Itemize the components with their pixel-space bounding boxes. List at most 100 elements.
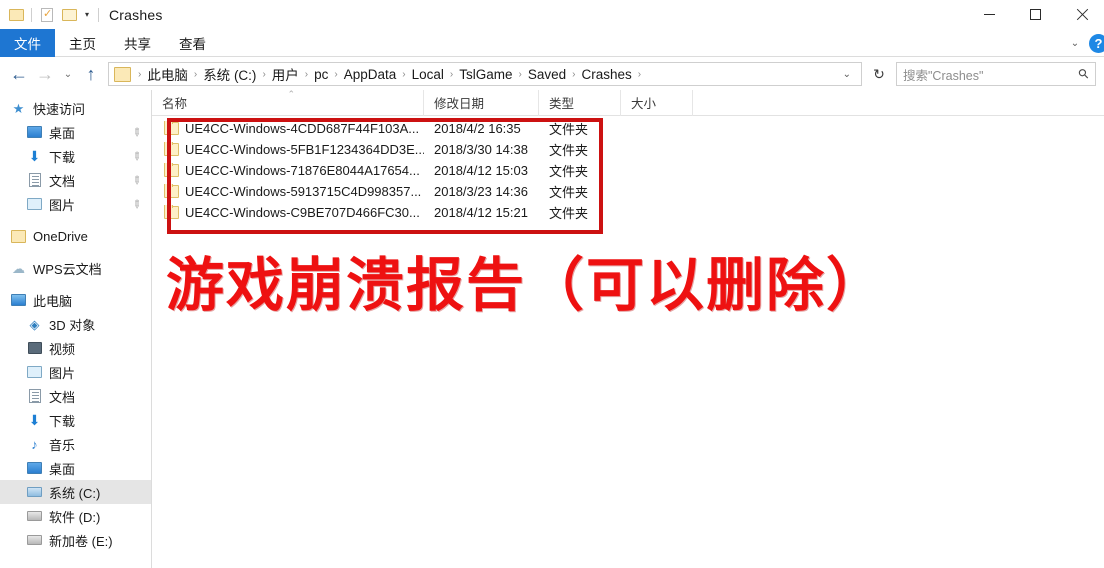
crumb-separator: › [637, 68, 642, 80]
minimize-button[interactable] [966, 0, 1012, 29]
address-path-field[interactable]: › 此电脑 › 系统 (C:) › 用户 › pc › AppData › Lo… [108, 62, 862, 86]
back-button[interactable]: ← [6, 61, 32, 87]
star-icon: ★ [12, 100, 25, 116]
sidebar-item-desktop-qa[interactable]: 桌面 ✎ [0, 120, 151, 144]
column-label: 名称 [162, 97, 188, 111]
maximize-button[interactable] [1012, 0, 1058, 29]
sidebar-item-downloads-qa[interactable]: ⬇ 下载 ✎ [0, 144, 151, 168]
close-button[interactable] [1058, 0, 1104, 29]
sidebar-item-onedrive[interactable]: OneDrive [0, 224, 151, 248]
table-row[interactable]: UE4CC-Windows-C9BE707D466FC30... 2018/4/… [152, 202, 1104, 223]
breadcrumb-this-pc[interactable]: 此电脑 [143, 64, 192, 84]
this-pc-icon [10, 292, 27, 308]
pin-icon: ✎ [128, 149, 144, 165]
sidebar-item-label: 图片 [49, 365, 76, 381]
quick-access-folder-icon[interactable] [5, 4, 27, 26]
file-name-label: UE4CC-Windows-C9BE707D466FC30... [185, 205, 420, 220]
sidebar-item-downloads[interactable]: ⬇ 下载 [0, 408, 151, 432]
sidebar-item-label: 视频 [49, 341, 76, 357]
crumb-separator: › [402, 68, 406, 80]
help-icon[interactable]: ? [1089, 33, 1104, 53]
sidebar-item-new-volume-e[interactable]: 新加卷 (E:) [0, 528, 151, 552]
sidebar-item-documents-qa[interactable]: 文档 ✎ [0, 168, 151, 192]
search-input[interactable]: 搜索"Crashes" [903, 65, 1079, 84]
sidebar-item-pictures[interactable]: 图片 [0, 360, 151, 384]
sidebar-item-documents[interactable]: 文档 [0, 384, 151, 408]
sidebar-item-label: OneDrive [33, 228, 88, 244]
refresh-button[interactable]: ↻ [868, 62, 890, 86]
address-dropdown-icon[interactable]: ⌄ [835, 69, 859, 80]
tab-file[interactable]: 文件 [0, 29, 55, 57]
customize-qat-caret-icon[interactable]: ▾ [80, 5, 94, 25]
quick-access-properties-icon[interactable] [36, 4, 58, 26]
sidebar-item-label: 快速访问 [33, 101, 86, 117]
explorer-body: ★ 快速访问 桌面 ✎ ⬇ 下载 ✎ 文档 ✎ 图片 ✎ OneDrive ☁ … [0, 88, 1104, 568]
file-date-cell: 2018/3/30 14:38 [434, 142, 528, 157]
sidebar-item-label: 桌面 [49, 125, 76, 141]
sidebar-item-label: 下载 [49, 413, 76, 429]
breadcrumb-appdata[interactable]: AppData [340, 67, 401, 82]
pin-icon: ✎ [128, 197, 144, 213]
documents-icon [26, 172, 43, 188]
tab-share[interactable]: 共享 [110, 29, 165, 57]
sidebar-item-system-c[interactable]: 系统 (C:) [0, 480, 151, 504]
sidebar-item-pictures-qa[interactable]: 图片 ✎ [0, 192, 151, 216]
table-row[interactable]: UE4CC-Windows-5913715C4D998357... 2018/3… [152, 181, 1104, 202]
sidebar-gap-1 [0, 216, 151, 224]
3d-objects-icon: ◈ [29, 316, 40, 332]
folder-icon [164, 184, 179, 198]
breadcrumb-pc[interactable]: pc [310, 67, 332, 82]
quick-access-toolbar: ▾ Crashes [0, 0, 163, 29]
breadcrumb-users[interactable]: 用户 [268, 64, 303, 84]
sidebar-item-videos[interactable]: 视频 [0, 336, 151, 360]
sidebar-item-wps-cloud[interactable]: ☁ WPS云文档 [0, 256, 151, 280]
column-header-name[interactable]: ⌃ 名称 [152, 88, 424, 116]
table-row[interactable]: UE4CC-Windows-71876E8044A17654... 2018/4… [152, 160, 1104, 181]
sidebar-item-3d-objects[interactable]: ◈ 3D 对象 [0, 312, 151, 336]
forward-button[interactable]: → [32, 61, 58, 87]
up-button[interactable]: ↑ [78, 61, 104, 87]
table-row[interactable]: UE4CC-Windows-5FB1F1234364DD3E... 2018/3… [152, 139, 1104, 160]
column-label: 大小 [631, 97, 657, 111]
column-label: 修改日期 [434, 97, 485, 111]
file-name-cell: UE4CC-Windows-4CDD687F44F103A... [152, 121, 424, 136]
breadcrumb-local[interactable]: Local [408, 67, 448, 82]
download-icon: ⬇ [28, 412, 41, 428]
tab-home[interactable]: 主页 [55, 29, 110, 57]
file-date-cell: 2018/4/12 15:03 [434, 163, 528, 178]
breadcrumb-saved[interactable]: Saved [524, 67, 570, 82]
system-drive-icon [26, 484, 43, 500]
sidebar-item-desktop[interactable]: 桌面 [0, 456, 151, 480]
column-header-size[interactable]: 大小 [621, 89, 693, 116]
sort-ascending-icon: ⌃ [287, 88, 296, 99]
sidebar-item-label: 图片 [49, 197, 76, 213]
title-bar: ▾ Crashes [0, 0, 1104, 29]
breadcrumb-system-c[interactable]: 系统 (C:) [199, 64, 260, 84]
pin-icon: ✎ [128, 125, 144, 141]
sidebar-item-label: 文档 [49, 173, 76, 189]
tab-view[interactable]: 查看 [165, 29, 220, 57]
videos-icon [26, 340, 43, 356]
breadcrumb-tslgame[interactable]: TslGame [455, 67, 516, 82]
sidebar-item-quick-access[interactable]: ★ 快速访问 [0, 96, 151, 120]
sidebar-item-label: 音乐 [49, 437, 76, 453]
column-header-date[interactable]: 修改日期 [424, 89, 539, 116]
file-name-cell: UE4CC-Windows-5FB1F1234364DD3E... [152, 142, 424, 157]
search-box[interactable]: 搜索"Crashes" ⚲ [896, 62, 1096, 86]
sidebar-item-software-d[interactable]: 软件 (D:) [0, 504, 151, 528]
sidebar-item-this-pc[interactable]: 此电脑 [0, 288, 151, 312]
quick-access-new-folder-icon[interactable] [58, 4, 80, 26]
navigation-pane: ★ 快速访问 桌面 ✎ ⬇ 下载 ✎ 文档 ✎ 图片 ✎ OneDrive ☁ … [0, 90, 152, 568]
file-name-label: UE4CC-Windows-5FB1F1234364DD3E... [185, 142, 424, 157]
file-date-cell: 2018/4/2 16:35 [434, 121, 521, 136]
folder-icon [164, 121, 179, 135]
sidebar-item-music[interactable]: ♪ 音乐 [0, 432, 151, 456]
table-row[interactable]: UE4CC-Windows-4CDD687F44F103A... 2018/4/… [152, 118, 1104, 139]
recent-locations-button[interactable]: ⌄ [58, 61, 78, 87]
collapse-ribbon-icon[interactable]: ⌄ [1061, 29, 1089, 57]
crumb-separator: › [193, 68, 198, 80]
crumb-separator: › [572, 68, 576, 80]
breadcrumb-crashes[interactable]: Crashes [577, 67, 635, 82]
pictures-icon [26, 364, 43, 380]
column-header-type[interactable]: 类型 [539, 89, 621, 116]
